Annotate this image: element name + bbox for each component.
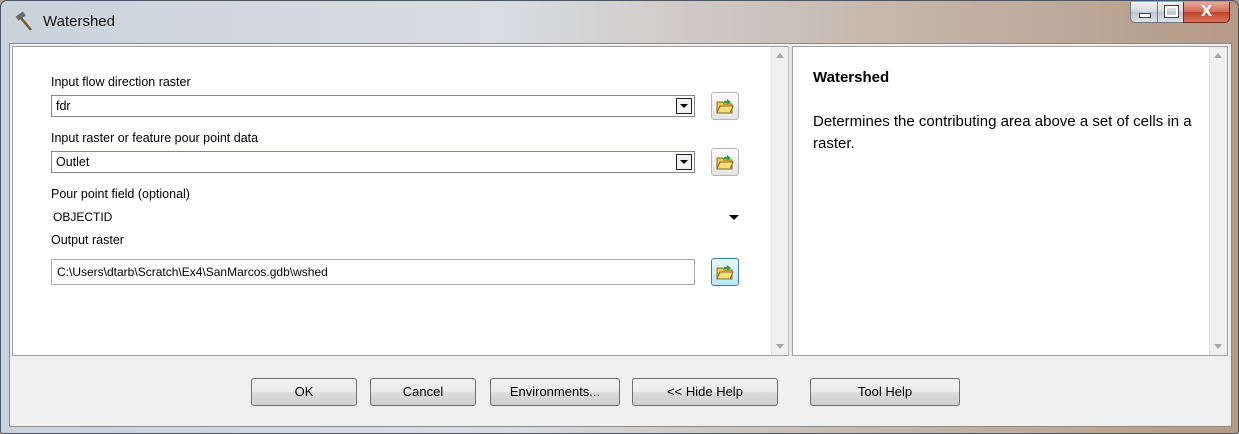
title-bar[interactable]: Watershed X [1, 1, 1238, 43]
minimize-button[interactable] [1130, 2, 1157, 23]
pour-field-select[interactable]: OBJECTID [51, 205, 745, 229]
pour-point-combo[interactable]: Outlet [51, 151, 695, 173]
window-title: Watershed [43, 13, 115, 30]
maximize-button[interactable] [1157, 2, 1183, 23]
caption-buttons: X [1130, 2, 1230, 23]
cancel-button[interactable]: Cancel [370, 378, 476, 406]
dropdown-arrow-icon[interactable] [676, 98, 692, 114]
scroll-up-icon[interactable] [1214, 53, 1222, 58]
scroll-up-icon[interactable] [776, 53, 784, 58]
flow-direction-label: Input flow direction raster [51, 75, 191, 89]
dropdown-arrow-icon[interactable] [676, 154, 692, 170]
help-title: Watershed [813, 69, 890, 86]
hide-help-button[interactable]: << Hide Help [632, 378, 778, 406]
output-raster-value: C:\Users\dtarb\Scratch\Ex4\SanMarcos.gdb… [57, 265, 328, 279]
open-folder-icon [716, 265, 734, 280]
maximize-icon [1164, 5, 1179, 18]
output-raster-input[interactable]: C:\Users\dtarb\Scratch\Ex4\SanMarcos.gdb… [51, 259, 695, 285]
pour-field-value: OBJECTID [53, 210, 113, 224]
flow-direction-combo[interactable]: fdr [51, 95, 695, 117]
pour-point-browse-button[interactable] [711, 148, 739, 176]
environments-button[interactable]: Environments... [490, 378, 620, 406]
open-folder-icon [716, 99, 734, 114]
tool-help-button[interactable]: Tool Help [810, 378, 960, 406]
open-folder-icon [716, 155, 734, 170]
watershed-dialog: Watershed X Input flow direction raster … [0, 0, 1239, 434]
pour-field-label: Pour point field (optional) [51, 187, 190, 201]
help-description: Determines the contributing area above a… [813, 113, 1192, 152]
parameters-panel: Input flow direction raster fdr Input ra… [12, 46, 790, 356]
close-button[interactable]: X [1183, 2, 1230, 23]
help-scrollbar[interactable] [1209, 47, 1227, 355]
scroll-down-icon[interactable] [776, 344, 784, 349]
flow-direction-value: fdr [56, 99, 71, 113]
minimize-icon [1139, 13, 1151, 18]
hammer-icon [15, 11, 32, 31]
button-bar: OK Cancel Environments... << Hide Help T… [10, 362, 1231, 422]
parameters-scrollbar[interactable] [771, 47, 789, 355]
dropdown-arrow-icon[interactable] [729, 215, 739, 220]
pour-point-label: Input raster or feature pour point data [51, 131, 259, 145]
output-raster-label: Output raster [51, 233, 124, 247]
flow-direction-browse-button[interactable] [711, 92, 739, 120]
help-panel: Watershed Determines the contributing ar… [792, 46, 1228, 356]
dialog-client-area: Input flow direction raster fdr Input ra… [9, 43, 1232, 427]
pour-point-value: Outlet [56, 155, 90, 169]
ok-button[interactable]: OK [251, 378, 357, 406]
output-raster-browse-button[interactable] [711, 258, 739, 286]
close-icon: X [1200, 2, 1213, 20]
scroll-down-icon[interactable] [1214, 344, 1222, 349]
